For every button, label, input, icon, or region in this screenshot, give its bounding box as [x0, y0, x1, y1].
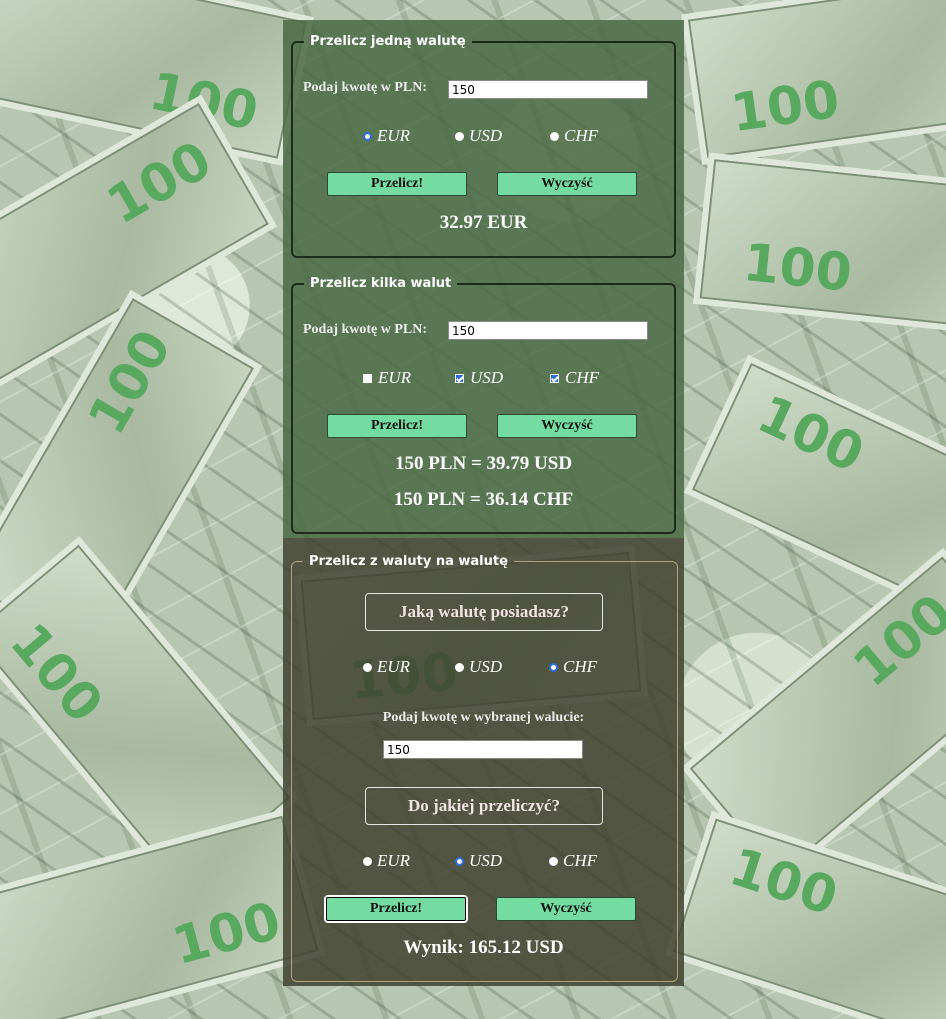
from-radio-eur[interactable]: EUR — [363, 657, 410, 677]
result-text: 150 PLN = 39.79 USD — [394, 453, 573, 474]
clear-button[interactable]: Wyczyść — [496, 897, 636, 921]
radio-chf[interactable]: CHF — [550, 126, 598, 146]
clear-button[interactable]: Wyczyść — [497, 172, 637, 196]
checkbox-chf[interactable]: CHF — [550, 368, 599, 388]
section-legend: Przelicz kilka walut — [310, 276, 452, 291]
checkbox-icon — [363, 373, 372, 383]
to-radio-usd[interactable]: USD — [455, 851, 502, 871]
result-text: 150 PLN = 36.14 CHF — [393, 489, 574, 510]
result-text: Wynik: 165.12 USD — [403, 937, 564, 958]
section-legend: Przelicz jedną walutę — [310, 34, 466, 49]
radio-selected-icon — [455, 856, 464, 866]
radio-selected-icon — [549, 662, 558, 672]
amount-label: Podaj kwotę w PLN: — [303, 322, 428, 337]
amount-label: Podaj kwotę w wybranej walucie: — [382, 710, 585, 725]
radio-selected-icon — [363, 131, 372, 141]
radio-icon — [550, 131, 559, 141]
checkbox-usd[interactable]: USD — [455, 368, 503, 388]
section-legend: Przelicz z waluty na walutę — [309, 554, 508, 569]
radio-icon — [363, 856, 372, 866]
to-currency-heading: Do jakiej przeliczyć? — [365, 787, 603, 825]
checkbox-checked-icon — [455, 373, 464, 383]
from-radio-usd[interactable]: USD — [455, 657, 502, 677]
from-radio-chf[interactable]: CHF — [549, 657, 597, 677]
radio-eur[interactable]: EUR — [363, 126, 410, 146]
result-text: 32.97 EUR — [439, 212, 528, 233]
radio-icon — [549, 856, 558, 866]
to-radio-chf[interactable]: CHF — [549, 851, 597, 871]
radio-icon — [455, 662, 464, 672]
amount-input[interactable] — [448, 80, 648, 99]
amount-label: Podaj kwotę w PLN: — [303, 80, 428, 95]
to-radio-eur[interactable]: EUR — [363, 851, 410, 871]
amount-input[interactable] — [448, 321, 648, 340]
convert-button[interactable]: Przelicz! — [327, 414, 467, 438]
checkbox-checked-icon — [550, 373, 559, 383]
clear-button[interactable]: Wyczyść — [497, 414, 637, 438]
radio-usd[interactable]: USD — [455, 126, 502, 146]
radio-icon — [455, 131, 464, 141]
radio-icon — [363, 662, 372, 672]
convert-button[interactable]: Przelicz! — [324, 895, 468, 923]
amount-input[interactable] — [383, 740, 583, 759]
converter-panel: Przelicz jedną walutę Podaj kwotę w PLN:… — [283, 20, 684, 986]
convert-button[interactable]: Przelicz! — [327, 172, 467, 196]
checkbox-eur[interactable]: EUR — [363, 368, 411, 388]
from-currency-heading: Jaką walutę posiadasz? — [365, 593, 603, 631]
